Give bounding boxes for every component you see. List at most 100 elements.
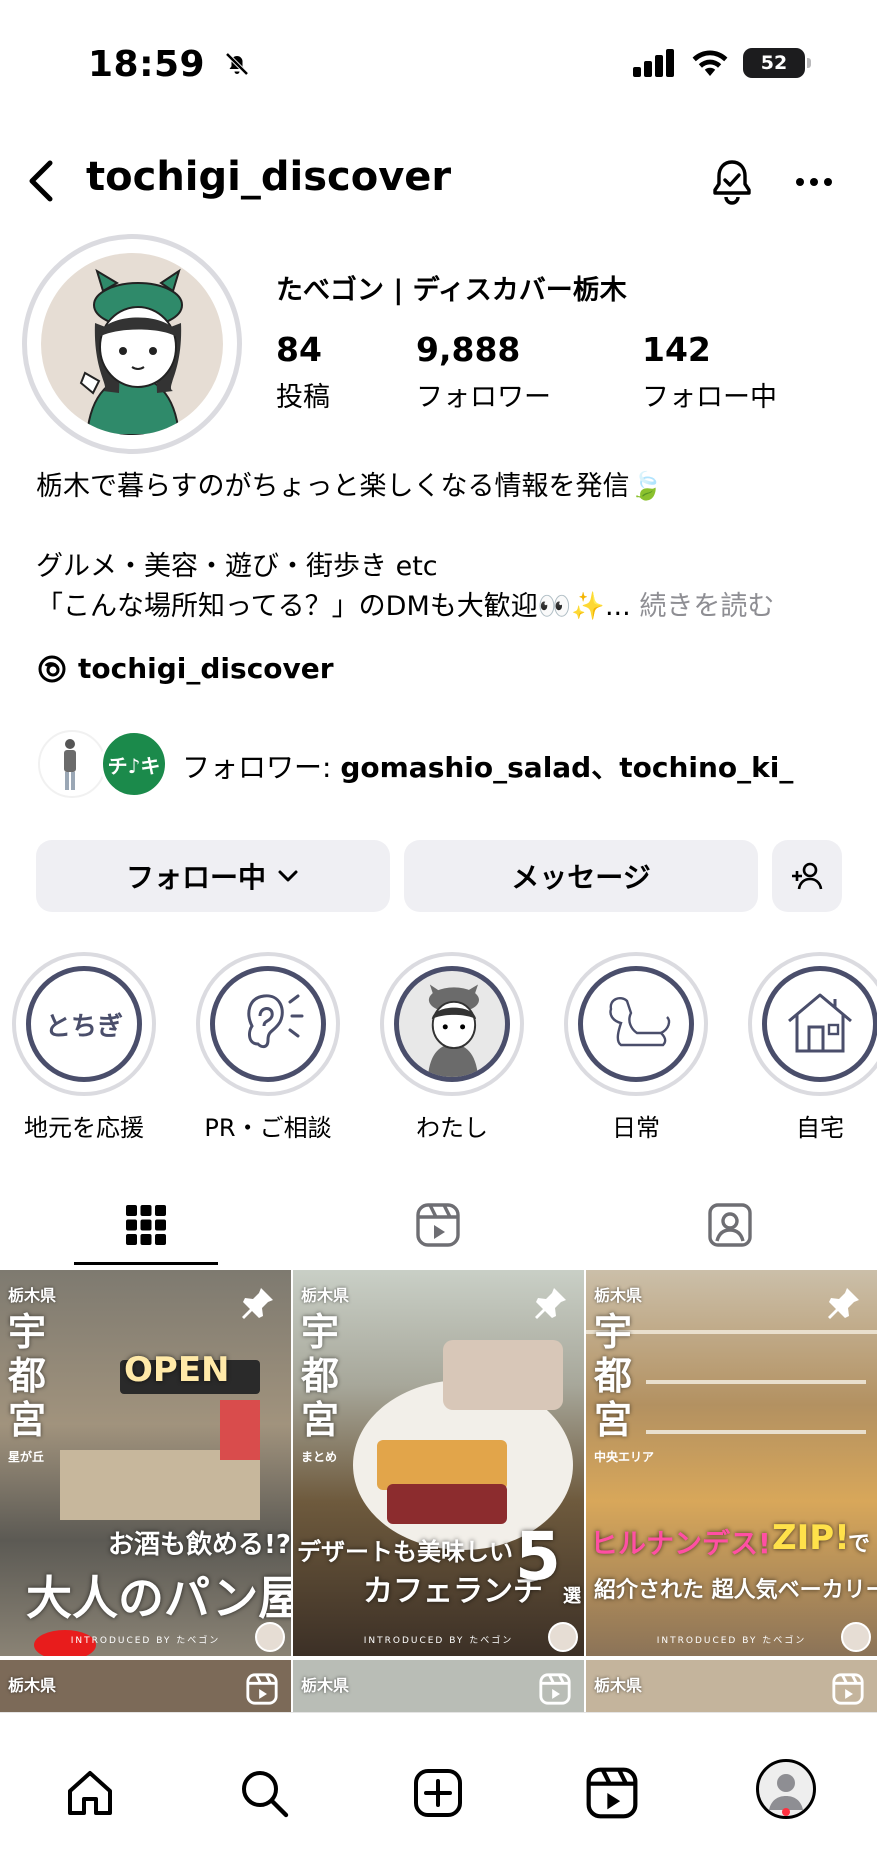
highlight-icon-text: とちぎ [44, 1011, 123, 1042]
post-thumbnail[interactable]: 栃木県 [0, 1660, 291, 1712]
nav-reels[interactable] [582, 1763, 642, 1823]
followed-by-names: gomashio_salad、tochino_ki_ [340, 751, 794, 784]
suggest-people-button[interactable] [772, 840, 842, 912]
stat-value: 9,888 [416, 330, 521, 369]
bell-muted-icon [225, 52, 249, 76]
battery-level: 52 [760, 52, 788, 74]
active-tab-indicator [74, 1262, 218, 1265]
followers-stat[interactable]: 9,888 フォロワー [416, 330, 551, 414]
post-thumbnail[interactable]: OPEN 栃木県 宇都宮 星が丘 お酒も飲める!? 大人のパン屋 INTRODU… [0, 1270, 291, 1656]
follower-avatar: チ♪キ [100, 730, 168, 798]
read-more-link[interactable]: 続きを読む [639, 591, 774, 622]
more-options-button[interactable] [788, 156, 840, 208]
profile-avatar-icon [769, 1774, 803, 1810]
bell-check-icon [713, 160, 751, 205]
tagged-person-icon [708, 1203, 752, 1247]
following-button[interactable]: フォロー中 [36, 840, 390, 912]
display-name: たべゴン | ディスカバー栃木 [276, 275, 627, 306]
highlight-home[interactable]: 自宅 [748, 952, 877, 1143]
stat-value: 84 [276, 330, 322, 369]
bio-line: 栃木で暮らすのがちょっと楽しくなる情報を発信🍃 [36, 471, 664, 502]
tab-reels[interactable] [292, 1180, 584, 1270]
post-area: 星が丘 [8, 1450, 45, 1464]
post-credit: INTRODUCED BY たべゴン [70, 1636, 221, 1646]
notification-dot [782, 1808, 790, 1816]
reels-icon [586, 1767, 638, 1819]
chevron-left-icon [29, 160, 53, 202]
following-stat[interactable]: 142 フォロー中 [642, 330, 777, 414]
mini-avatar [548, 1622, 578, 1652]
dog-icon [578, 966, 694, 1082]
message-button-label: メッセージ [511, 861, 651, 894]
followed-by[interactable]: チ♪キ フォロワー: gomashio_salad、tochino_ki_ [38, 728, 858, 800]
bio-line: グルメ・美容・遊び・街歩き etc [36, 551, 438, 582]
tab-tagged[interactable] [584, 1180, 876, 1270]
post-prefecture: 栃木県 [594, 1676, 643, 1695]
page-title: tochigi_discover [86, 154, 452, 200]
post-prefecture: 栃木県 [594, 1286, 643, 1305]
followed-by-prefix: フォロワー: [182, 751, 341, 784]
battery-icon: 52 [743, 48, 811, 78]
nav-search[interactable] [234, 1763, 294, 1823]
highlight-label: PR・ご相談 [204, 1114, 332, 1142]
post-area: まとめ [301, 1450, 338, 1464]
post-city: 宇都宮 [594, 1310, 633, 1442]
nav-create[interactable] [408, 1763, 468, 1823]
stat-value: 142 [642, 330, 711, 369]
threads-link[interactable]: tochigi_discover [36, 652, 334, 685]
post-city: 宇都宮 [301, 1310, 340, 1442]
threads-handle: tochigi_discover [78, 652, 334, 685]
post-thumbnail[interactable]: 栃木県 宇都宮 中央エリア ヒルナンデス! ZIP! で 紹介された 超人気ベー… [586, 1270, 877, 1656]
mini-avatar [255, 1622, 285, 1652]
post-caption-top: デザートも美味しい [297, 1538, 513, 1566]
highlight-me[interactable]: わたし [380, 952, 524, 1143]
stat-label: フォロー中 [642, 382, 777, 413]
highlight-pr[interactable]: PR・ご相談 [196, 952, 340, 1143]
post-caption-show2: ZIP! [772, 1518, 850, 1558]
mini-avatar [841, 1622, 871, 1652]
pin-icon [532, 1284, 570, 1326]
highlight-label: 自宅 [796, 1114, 844, 1142]
highlight-local-support[interactable]: とちぎ 地元を応援 [12, 952, 156, 1143]
post-prefecture: 栃木県 [301, 1286, 350, 1305]
pin-icon [825, 1284, 863, 1326]
back-button[interactable] [18, 158, 64, 204]
grid-icon [126, 1205, 166, 1245]
post-thumbnail[interactable]: 栃木県 [586, 1660, 877, 1712]
highlight-label: 地元を応援 [24, 1114, 144, 1142]
highlight-label: わたし [416, 1114, 488, 1142]
ellipsis-icon [796, 178, 832, 186]
highlight-daily[interactable]: 日常 [564, 952, 708, 1143]
post-caption-show1: ヒルナンデス! [590, 1527, 771, 1560]
bio-text: 「こんな場所知ってる？」のDMも大歓迎👀✨... [36, 591, 631, 622]
search-icon [242, 1771, 289, 1818]
tab-grid[interactable] [0, 1180, 292, 1270]
status-bar: 18:59 52 [0, 0, 877, 130]
reel-icon [538, 1672, 572, 1710]
reels-icon [416, 1203, 460, 1247]
post-credit: INTRODUCED BY たべゴン [363, 1636, 514, 1646]
status-time: 18:59 [88, 44, 252, 85]
post-thumbnail[interactable]: 栃木県 [293, 1660, 584, 1712]
profile-avatar[interactable] [22, 234, 242, 454]
post-caption-number: 5 [515, 1518, 561, 1595]
posts-grid: OPEN 栃木県 宇都宮 星が丘 お酒も飲める!? 大人のパン屋 INTRODU… [0, 1270, 877, 1712]
reel-icon [245, 1672, 279, 1710]
add-person-icon [792, 862, 823, 890]
nav-home[interactable] [60, 1763, 120, 1823]
bio-line: 「こんな場所知ってる？」のDMも大歓迎👀✨... 続きを読む [36, 588, 856, 626]
chevron-down-icon [278, 870, 298, 882]
cellular-signal-icon [633, 49, 674, 77]
notification-bell-button[interactable] [706, 156, 758, 208]
bottom-navigation [0, 1712, 877, 1867]
threads-icon [38, 655, 66, 682]
pin-icon [239, 1284, 277, 1326]
following-button-label: フォロー中 [125, 861, 266, 894]
post-thumbnail[interactable]: 栃木県 宇都宮 まとめ デザートも美味しい カフェランチ 5 選 INTRODU… [293, 1270, 584, 1656]
post-credit: INTRODUCED BY たべゴン [656, 1636, 807, 1646]
house-icon [762, 966, 877, 1082]
post-prefecture: 栃木県 [8, 1286, 57, 1305]
post-city: 宇都宮 [8, 1310, 47, 1442]
clock-text: 18:59 [88, 44, 206, 85]
message-button[interactable]: メッセージ [404, 840, 758, 912]
